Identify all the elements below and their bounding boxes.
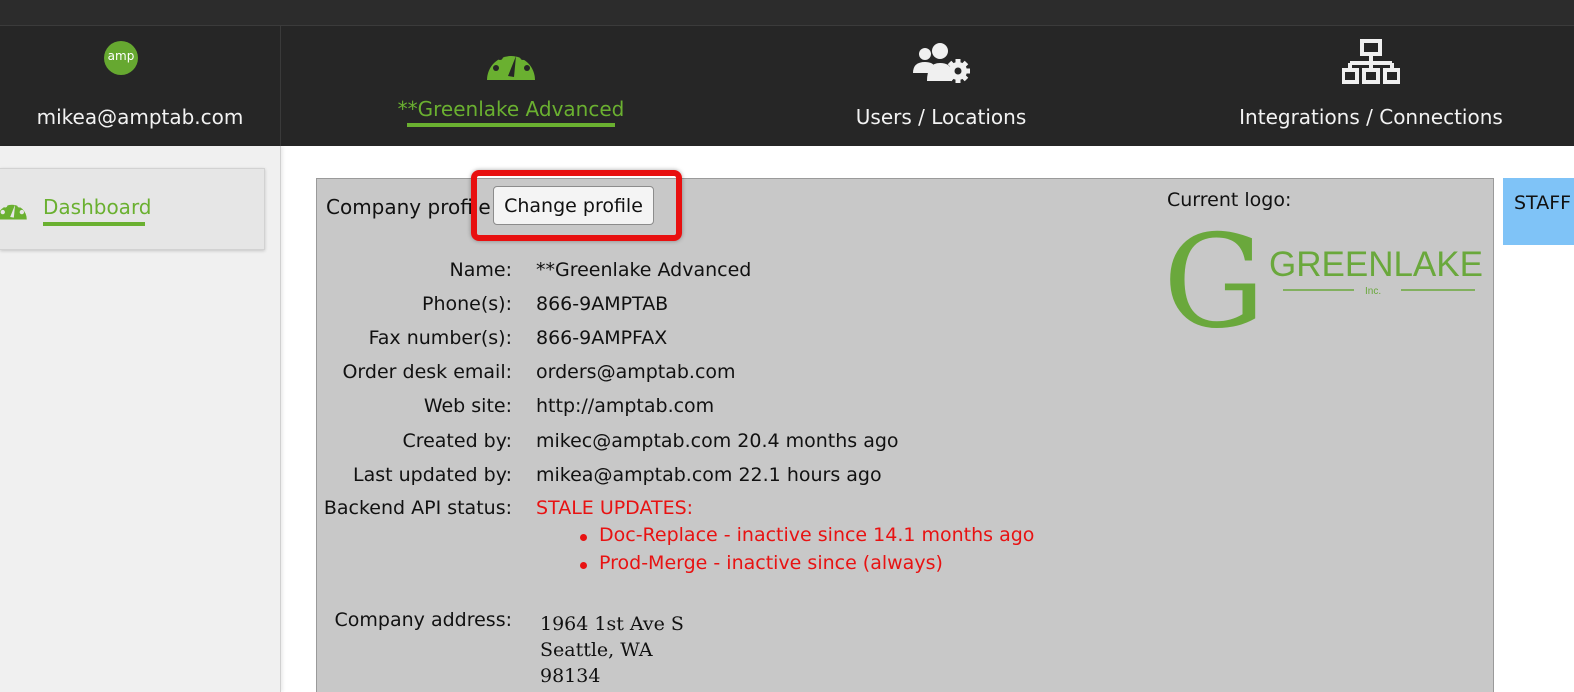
- sidebar: Dashboard: [0, 146, 281, 692]
- sidebar-item-label: Dashboard: [43, 195, 152, 219]
- stale-updates-list: Doc-Replace - inactive since 14.1 months…: [580, 524, 1034, 580]
- panel-heading: Company profile: [326, 195, 491, 219]
- field-label-website: Web site:: [423, 395, 512, 417]
- staff-tab-label: STAFF: [1514, 192, 1572, 214]
- address-line: Seattle, WA: [540, 639, 653, 661]
- field-label-order-email: Order desk email:: [342, 361, 512, 383]
- address-line: 98134: [540, 665, 601, 687]
- field-value-last-updated: mikea@amptab.com 22.1 hours ago: [536, 464, 882, 486]
- nav-user-account[interactable]: amp mikea@amptab.com: [0, 26, 281, 146]
- list-item: Prod-Merge - inactive since (always): [580, 552, 1034, 580]
- current-logo-label: Current logo:: [1167, 189, 1292, 211]
- logo-word: GREENLAKE: [1269, 245, 1483, 284]
- field-label-address: Company address:: [334, 609, 512, 631]
- top-strip: [0, 0, 1574, 26]
- nav-item-integrations-connections[interactable]: Integrations / Connections: [1141, 26, 1574, 146]
- list-item: Doc-Replace - inactive since 14.1 months…: [580, 524, 1034, 552]
- users-gear-icon: [913, 43, 970, 83]
- field-value-created-by: mikec@amptab.com 20.4 months ago: [536, 430, 899, 452]
- field-label-created-by: Created by:: [402, 430, 512, 452]
- address-line: 1964 1st Ave S: [540, 613, 684, 635]
- field-value-order-email: orders@amptab.com: [536, 361, 736, 383]
- dashboard-gauge-icon: [487, 49, 535, 80]
- company-logo-image: G GREENLAKE Inc.: [1163, 222, 1483, 334]
- field-value-phone: 866-9AMPTAB: [536, 293, 669, 315]
- staff-tab[interactable]: STAFF: [1503, 178, 1574, 245]
- company-address: 1964 1st Ave S Seattle, WA 98134: [540, 611, 684, 689]
- sidebar-item-dashboard[interactable]: Dashboard: [0, 168, 265, 250]
- field-value-name: **Greenlake Advanced: [536, 259, 752, 281]
- change-profile-button[interactable]: Change profile: [493, 186, 654, 225]
- amp-logo-icon: amp: [104, 41, 138, 75]
- nav-item-greenlake-advanced[interactable]: **Greenlake Advanced: [281, 26, 741, 146]
- logo-big-letter: G: [1163, 222, 1265, 334]
- field-label-phone: Phone(s):: [422, 293, 512, 315]
- field-label-fax: Fax number(s):: [368, 327, 512, 349]
- nav-item-label: **Greenlake Advanced: [397, 97, 625, 121]
- field-label-api-status: Backend API status:: [323, 497, 512, 519]
- field-value-fax: 866-9AMPFAX: [536, 327, 668, 349]
- nav-item-label: Integrations / Connections: [1239, 105, 1503, 129]
- network-icon: [1342, 39, 1400, 84]
- field-value-website[interactable]: http://amptab.com: [536, 395, 714, 417]
- nav-item-users-locations[interactable]: Users / Locations: [741, 26, 1141, 146]
- logo-suffix: Inc.: [1365, 286, 1381, 297]
- top-nav-bar: amp mikea@amptab.com **Greenlake Advance…: [0, 26, 1574, 146]
- nav-item-label: Users / Locations: [855, 105, 1027, 129]
- amp-logo-text: amp: [107, 49, 135, 63]
- nav-active-underline: [407, 123, 615, 127]
- field-label-last-updated: Last updated by:: [353, 464, 512, 486]
- nav-user-email: mikea@amptab.com: [36, 105, 244, 129]
- field-label-name: Name:: [449, 259, 512, 281]
- dashboard-gauge-icon: [0, 200, 27, 220]
- api-status-value: STALE UPDATES:: [536, 497, 694, 519]
- sidebar-active-underline: [43, 222, 145, 226]
